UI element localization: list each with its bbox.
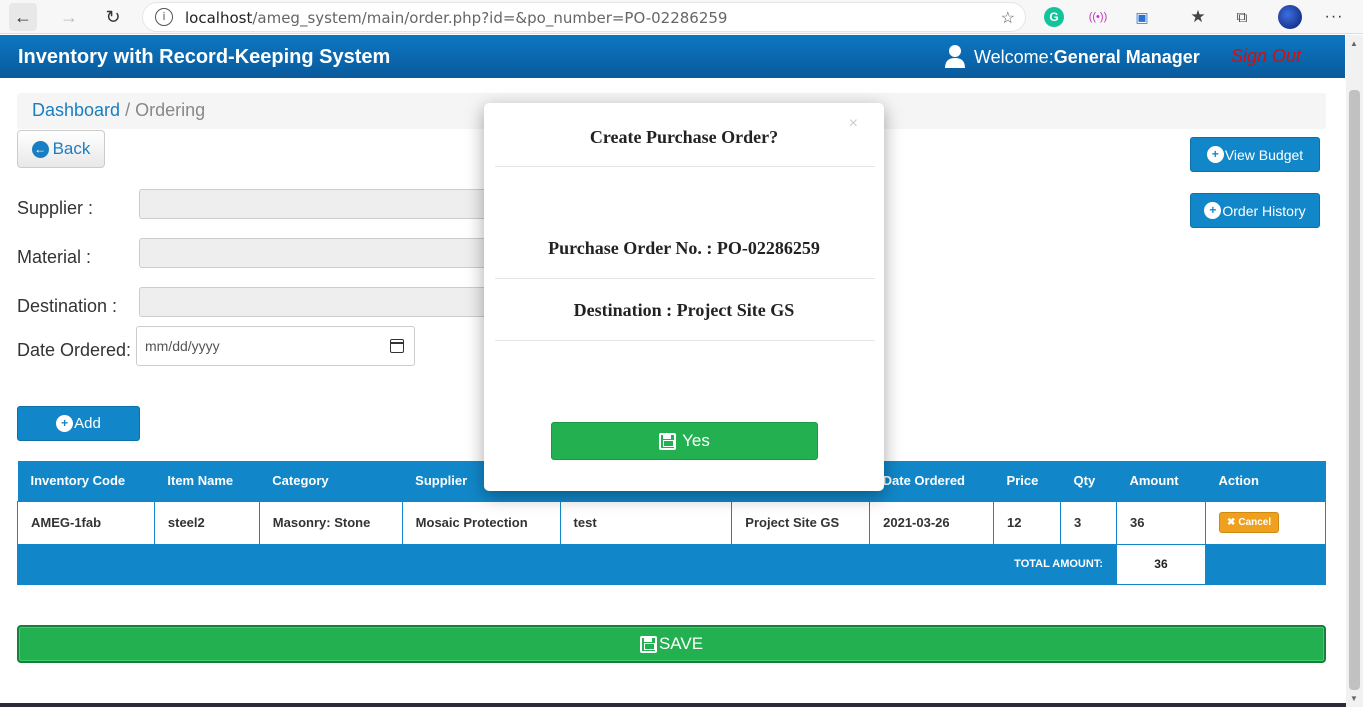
destination-label: Destination : <box>17 296 118 316</box>
scroll-down-icon[interactable]: ▼ <box>1350 694 1358 703</box>
total-amount-value: 36 <box>1115 543 1206 585</box>
plus-circle-icon: + <box>56 415 74 432</box>
user-role: General Manager <box>1053 47 1200 67</box>
scroll-thumb[interactable] <box>1349 90 1360 690</box>
cancel-button[interactable]: ✖ Cancel <box>1218 512 1280 533</box>
supplier-select[interactable] <box>139 189 489 219</box>
modal-divider <box>495 340 875 341</box>
cell-material: test <box>559 500 733 545</box>
cell-item-name: steel2 <box>153 500 260 545</box>
extension-screen-icon[interactable]: ▣ <box>1132 7 1152 27</box>
page-scrollbar[interactable]: ▲ ▼ <box>1346 35 1363 707</box>
cell-qty: 3 <box>1060 500 1117 545</box>
scroll-up-icon[interactable]: ▲ <box>1350 39 1358 48</box>
total-row-empty <box>1204 543 1327 585</box>
address-bar[interactable]: i localhost/ameg_system/main/order.php?i… <box>142 2 1026 32</box>
app-header: Inventory with Record-Keeping System Wel… <box>0 35 1345 78</box>
cell-date-ordered: 2021-03-26 <box>869 500 995 545</box>
browser-toolbar: ← → ↻ i localhost/ameg_system/main/order… <box>0 0 1363 34</box>
modal-divider <box>495 278 875 279</box>
sign-out-link[interactable]: Sign Out <box>1231 46 1301 67</box>
order-history-button[interactable]: + Order History <box>1190 193 1320 228</box>
welcome-text: Welcome:General Manager <box>974 47 1200 67</box>
floppy-disk-icon <box>659 432 677 450</box>
add-favorite-icon[interactable]: ☆ <box>1001 8 1015 28</box>
date-ordered-label: Date Ordered: <box>17 340 132 360</box>
view-budget-button[interactable]: + View Budget <box>1190 137 1320 172</box>
column-header: Action <box>1205 461 1326 501</box>
cell-amount: 36 <box>1115 500 1206 545</box>
column-header: Category <box>259 461 403 501</box>
close-icon: ✖ <box>1226 517 1236 528</box>
column-header: Date Ordered <box>869 461 994 501</box>
browser-back-icon[interactable]: ← <box>9 3 37 31</box>
total-label: TOTAL AMOUNT: <box>17 543 1117 585</box>
user-icon <box>945 45 965 68</box>
add-button[interactable]: + Add <box>17 406 140 441</box>
favorites-icon[interactable]: ★ <box>1188 7 1208 27</box>
more-menu-icon[interactable]: ··· <box>1324 7 1344 27</box>
back-button[interactable]: ← Back <box>17 130 105 168</box>
date-ordered-input[interactable]: mm/dd/yyyy <box>136 326 415 366</box>
floppy-disk-icon <box>639 635 657 653</box>
browser-forward-icon[interactable]: → <box>55 3 83 31</box>
app-title: Inventory with Record-Keeping System <box>18 46 391 68</box>
browser-reload-icon[interactable]: ↻ <box>99 3 127 31</box>
grammarly-icon[interactable]: G <box>1044 7 1064 27</box>
plus-circle-icon: + <box>1204 202 1222 219</box>
table-row: AMEG-1fab steel2 Masonry: Stone Mosaic P… <box>17 500 1327 545</box>
cell-category: Masonry: Stone <box>258 500 403 545</box>
column-header: Price <box>993 461 1061 501</box>
column-header: Inventory Code <box>17 461 155 501</box>
save-button[interactable]: SAVE <box>17 625 1326 663</box>
profile-avatar[interactable] <box>1278 5 1302 29</box>
url-text[interactable]: localhost/ameg_system/main/order.php?id=… <box>185 9 727 27</box>
cell-destination: Project Site GS <box>731 500 871 545</box>
yes-button[interactable]: Yes <box>551 422 818 460</box>
taskbar-strip <box>0 703 1346 707</box>
site-info-icon[interactable]: i <box>155 8 173 26</box>
modal-close-icon[interactable]: × <box>849 115 858 133</box>
material-select[interactable] <box>139 238 489 268</box>
modal-divider <box>495 166 875 167</box>
modal-destination: Destination : Project Site GS <box>573 300 795 320</box>
modal-po-number: Purchase Order No. : PO-02286259 <box>548 238 820 258</box>
calendar-icon[interactable] <box>390 339 404 353</box>
breadcrumb-dashboard-link[interactable]: Dashboard <box>32 100 120 120</box>
modal-title: Create Purchase Order? <box>589 127 779 147</box>
material-label: Material : <box>17 247 92 267</box>
total-row: TOTAL AMOUNT: 36 <box>17 543 1327 585</box>
collections-icon[interactable]: ⧉ <box>1232 7 1252 27</box>
plus-circle-icon: + <box>1206 146 1224 163</box>
arrow-left-circle-icon: ← <box>31 140 49 158</box>
supplier-label: Supplier : <box>17 198 94 218</box>
breadcrumb-current: Ordering <box>135 100 206 120</box>
cell-price: 12 <box>993 500 1062 545</box>
column-header: Qty <box>1060 461 1117 501</box>
cell-action: ✖ Cancel <box>1204 500 1327 545</box>
create-po-modal: Create Purchase Order? × Purchase Order … <box>484 103 884 491</box>
cell-inventory-code: AMEG-1fab <box>17 500 155 545</box>
destination-select[interactable] <box>139 287 489 317</box>
extension-broadcast-icon[interactable]: ((•)) <box>1088 7 1108 27</box>
column-header: Amount <box>1116 461 1206 501</box>
cell-supplier: Mosaic Protection <box>401 500 561 545</box>
column-header: Item Name <box>154 461 260 501</box>
